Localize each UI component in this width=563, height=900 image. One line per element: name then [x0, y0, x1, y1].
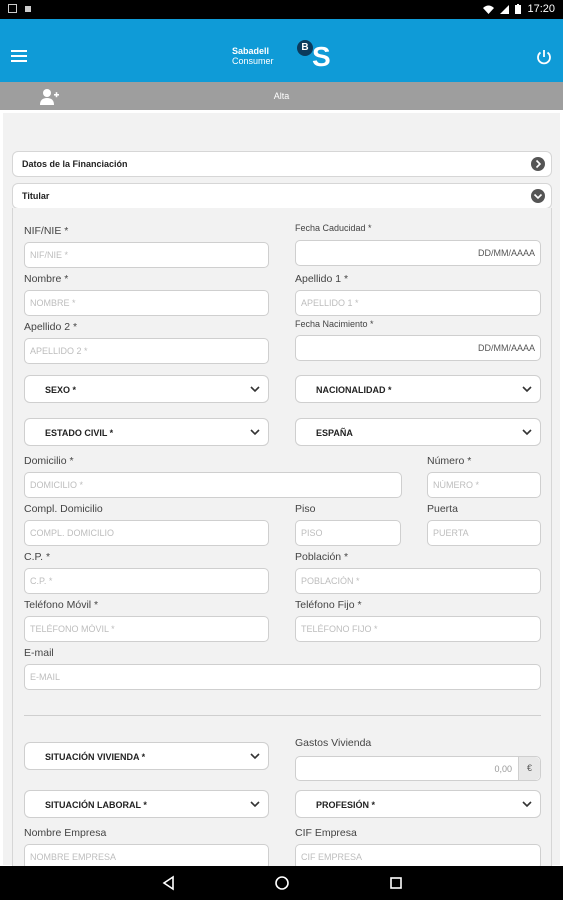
apellido2-label: Apellido 2 * [24, 321, 78, 333]
chevron-down-icon [250, 753, 260, 760]
currency-addon: € [518, 757, 540, 780]
power-icon[interactable] [536, 49, 552, 65]
domicilio-field[interactable] [24, 472, 402, 498]
page-title: Alta [273, 91, 290, 101]
brand-mark: B [297, 40, 313, 56]
numero-label: Número * [427, 455, 472, 467]
situacion-vivienda-value: SITUACIÓN VIVIENDA * [45, 752, 146, 762]
status-bar: 17:20 [0, 0, 563, 19]
telefono-movil-label: Teléfono Móvil * [24, 599, 99, 611]
nacionalidad-value: NACIONALIDAD * [316, 385, 392, 395]
telefono-movil-field[interactable] [24, 616, 269, 642]
poblacion-label: Población * [295, 551, 349, 563]
puerta-field[interactable] [427, 520, 541, 546]
email-label: E-mail [24, 647, 54, 659]
gastos-vivienda-field[interactable]: 0,00 € [295, 756, 541, 781]
chevron-down-icon [250, 801, 260, 808]
estado-civil-value: ESTADO CIVIL * [45, 428, 114, 438]
situacion-laboral-value: SITUACIÓN LABORAL * [45, 800, 147, 810]
chevron-down-icon [522, 429, 532, 436]
nacionalidad-select[interactable]: NACIONALIDAD * [295, 375, 541, 403]
section-titular-label: Titular [22, 191, 50, 201]
brand-letter: S [312, 41, 331, 72]
brand-name: Sabadell [232, 46, 270, 56]
home-icon[interactable] [274, 875, 290, 891]
signal-icon [500, 4, 510, 14]
fecha-caducidad-label: Fecha Caducidad * [295, 223, 372, 233]
telefono-fijo-label: Teléfono Fijo * [295, 599, 362, 611]
notification-icon [8, 4, 17, 13]
pais-select[interactable]: ESPAÑA [295, 418, 541, 446]
chevron-right-icon [531, 157, 545, 171]
chevron-down-icon [522, 386, 532, 393]
section-financiacion[interactable]: Datos de la Financiación [12, 151, 552, 177]
section-titular[interactable]: Titular [12, 183, 552, 209]
situacion-laboral-select[interactable]: SITUACIÓN LABORAL * [24, 790, 269, 818]
nif-label: NIF/NIE * [24, 225, 69, 237]
wifi-icon [483, 5, 495, 14]
poblacion-field[interactable] [295, 568, 541, 594]
compl-domicilio-field[interactable] [24, 520, 269, 546]
profesion-select[interactable]: PROFESIÓN * [295, 790, 541, 818]
nombre-label: Nombre * [24, 273, 69, 285]
apellido1-label: Apellido 1 * [295, 273, 349, 285]
email-field[interactable] [24, 664, 541, 690]
telefono-fijo-field[interactable] [295, 616, 541, 642]
estado-civil-select[interactable]: ESTADO CIVIL * [24, 418, 269, 446]
section-financiacion-label: Datos de la Financiación [22, 159, 128, 169]
piso-label: Piso [295, 503, 316, 515]
brand-subname: Consumer [232, 56, 274, 66]
gastos-vivienda-label: Gastos Vivienda [295, 737, 372, 749]
piso-field[interactable] [295, 520, 401, 546]
chevron-down-icon [531, 189, 545, 203]
nombre-field[interactable] [24, 290, 269, 316]
profesion-value: PROFESIÓN * [316, 800, 376, 810]
chevron-down-icon [522, 801, 532, 808]
situacion-vivienda-select[interactable]: SITUACIÓN VIVIENDA * [24, 742, 269, 770]
fecha-nacimiento-field[interactable] [295, 335, 541, 361]
app-bar [0, 19, 563, 82]
numero-field[interactable] [427, 472, 541, 498]
menu-icon[interactable] [11, 50, 27, 62]
apellido1-field[interactable] [295, 290, 541, 316]
puerta-label: Puerta [427, 503, 458, 515]
clock: 17:20 [527, 3, 555, 15]
gastos-vivienda-value: 0,00 [494, 764, 512, 774]
sexo-value: SEXO * [45, 385, 77, 395]
pais-value: ESPAÑA [316, 428, 353, 438]
chevron-down-icon [250, 386, 260, 393]
compl-domicilio-label: Compl. Domicilio [24, 503, 103, 515]
nif-field[interactable] [24, 242, 269, 268]
recents-icon[interactable] [388, 875, 404, 891]
cif-empresa-label: CIF Empresa [295, 827, 357, 839]
apellido2-field[interactable] [24, 338, 269, 364]
divider [24, 715, 541, 716]
nombre-empresa-label: Nombre Empresa [24, 827, 107, 839]
cp-label: C.P. * [24, 551, 51, 563]
fecha-nacimiento-label: Fecha Nacimiento * [295, 319, 374, 329]
domicilio-label: Domicilio * [24, 455, 74, 467]
battery-icon [515, 4, 522, 14]
chevron-down-icon [250, 429, 260, 436]
back-icon[interactable] [161, 875, 177, 891]
cp-field[interactable] [24, 568, 269, 594]
sexo-select[interactable]: SEXO * [24, 375, 269, 403]
fecha-caducidad-field[interactable] [295, 240, 541, 266]
notification-icon [25, 6, 31, 12]
